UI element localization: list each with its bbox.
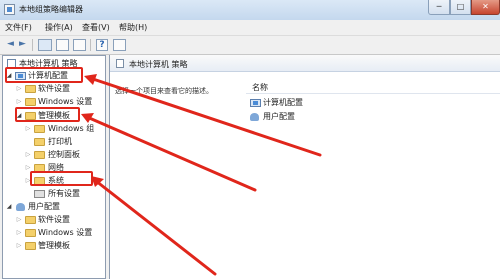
annotation-arrow-line <box>94 179 217 276</box>
annotation-arrow-line <box>85 115 257 192</box>
annotation-arrows <box>81 74 322 276</box>
annotation-arrow-line <box>88 76 322 157</box>
window: 本地组策略编辑器 ─ □ ✕ 文件(F) 操作(A) 查看(V) 帮助(H) ◄… <box>0 0 500 279</box>
